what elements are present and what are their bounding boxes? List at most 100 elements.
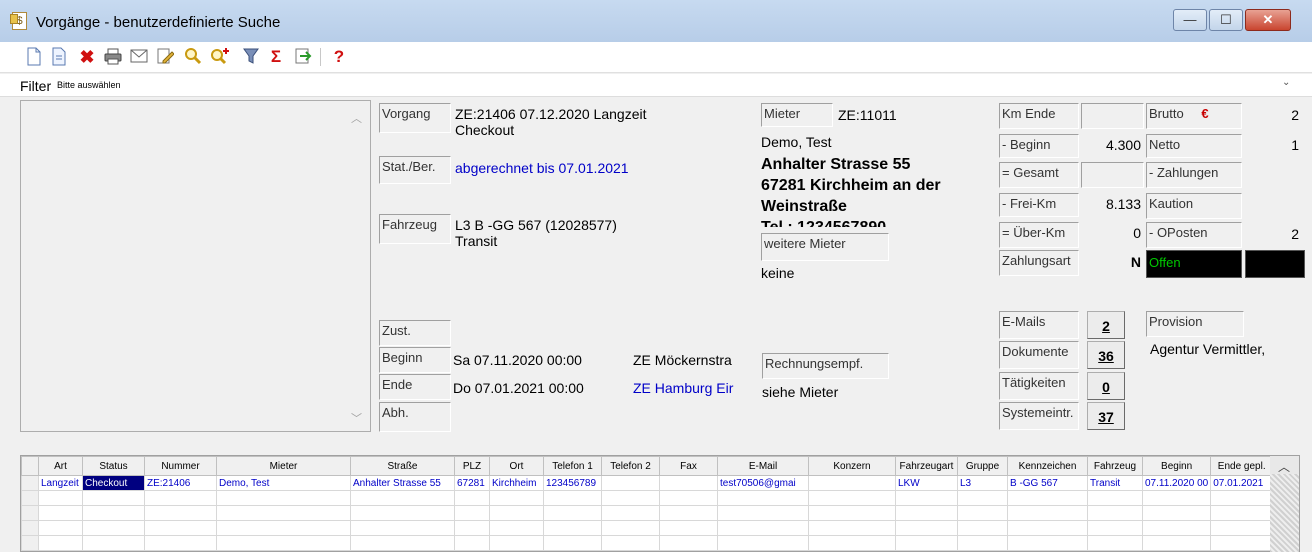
table-row[interactable] xyxy=(21,490,1274,506)
column-header[interactable]: Nummer xyxy=(144,456,217,476)
table-cell[interactable] xyxy=(601,490,660,506)
emails-count-button[interactable]: 2 xyxy=(1087,311,1125,339)
column-header[interactable]: Mieter xyxy=(216,456,351,476)
table-cell[interactable] xyxy=(808,475,896,491)
table-cell[interactable] xyxy=(895,490,958,506)
grid-scroll-track[interactable] xyxy=(1270,474,1299,552)
table-row[interactable] xyxy=(21,535,1274,551)
table-cell[interactable] xyxy=(957,505,1008,521)
row-marker[interactable] xyxy=(21,520,39,536)
table-cell[interactable]: Demo, Test xyxy=(216,475,351,491)
table-cell[interactable]: 07.11.2020 00 xyxy=(1141,475,1212,491)
ende-station-link[interactable]: ZE Hamburg Eir xyxy=(633,380,733,396)
table-cell[interactable] xyxy=(543,520,602,536)
table-cell[interactable] xyxy=(1141,520,1212,536)
table-cell[interactable] xyxy=(454,535,490,551)
row-marker[interactable] xyxy=(21,505,39,521)
table-cell[interactable] xyxy=(808,535,896,551)
table-cell[interactable] xyxy=(1210,490,1274,506)
table-cell[interactable]: Kirchheim xyxy=(489,475,544,491)
table-cell[interactable] xyxy=(717,520,809,536)
edit-icon[interactable] xyxy=(156,47,175,67)
table-cell[interactable]: Anhalter Strasse 55 xyxy=(350,475,455,491)
table-cell[interactable] xyxy=(1007,535,1088,551)
table-cell[interactable] xyxy=(38,490,83,506)
column-header[interactable]: Ort xyxy=(489,456,544,476)
table-row[interactable] xyxy=(21,520,1274,536)
table-cell[interactable] xyxy=(659,535,718,551)
table-cell[interactable] xyxy=(350,535,455,551)
table-cell[interactable] xyxy=(1087,520,1143,536)
table-cell[interactable] xyxy=(350,520,455,536)
table-cell[interactable] xyxy=(1210,520,1274,536)
table-cell[interactable] xyxy=(38,520,83,536)
table-cell[interactable] xyxy=(489,535,544,551)
taetigkeiten-count-button[interactable]: 0 xyxy=(1087,372,1125,400)
table-cell[interactable] xyxy=(350,505,455,521)
table-cell[interactable] xyxy=(808,520,896,536)
column-header[interactable]: Fahrzeugart xyxy=(895,456,958,476)
table-cell[interactable] xyxy=(144,535,217,551)
table-cell[interactable] xyxy=(543,505,602,521)
table-cell[interactable] xyxy=(1007,505,1088,521)
table-cell[interactable] xyxy=(659,490,718,506)
table-cell[interactable] xyxy=(1087,490,1143,506)
delete-icon[interactable]: ✖ xyxy=(78,47,96,67)
table-cell[interactable] xyxy=(1210,505,1274,521)
table-cell[interactable] xyxy=(489,490,544,506)
table-cell[interactable] xyxy=(808,490,896,506)
table-cell[interactable] xyxy=(144,520,217,536)
table-cell[interactable] xyxy=(601,535,660,551)
table-cell[interactable]: LKW xyxy=(895,475,958,491)
table-row[interactable]: Langzeit Checkout ZE:21406 Demo, Test Anhalt… xyxy=(21,475,1274,491)
table-cell[interactable]: 07.01.2021 xyxy=(1210,475,1274,491)
table-cell[interactable] xyxy=(1141,535,1212,551)
table-cell[interactable] xyxy=(1141,490,1212,506)
table-cell[interactable] xyxy=(895,505,958,521)
filter-icon[interactable] xyxy=(242,47,260,67)
table-cell[interactable] xyxy=(895,535,958,551)
column-header[interactable]: PLZ xyxy=(454,456,490,476)
table-cell[interactable] xyxy=(717,505,809,521)
column-header[interactable]: Kennzeichen xyxy=(1007,456,1088,476)
table-cell[interactable] xyxy=(454,520,490,536)
table-cell[interactable] xyxy=(38,505,83,521)
row-marker[interactable] xyxy=(21,490,39,506)
column-header[interactable]: E-Mail xyxy=(717,456,809,476)
table-cell[interactable] xyxy=(489,520,544,536)
table-cell[interactable]: B -GG 567 xyxy=(1007,475,1088,491)
table-cell[interactable] xyxy=(82,505,145,521)
search-plus-icon[interactable] xyxy=(210,47,229,67)
table-cell[interactable] xyxy=(38,535,83,551)
column-header[interactable]: Telefon 1 xyxy=(543,456,602,476)
table-cell[interactable] xyxy=(659,475,718,491)
table-cell[interactable] xyxy=(1210,535,1274,551)
column-header[interactable]: Ende gepl. xyxy=(1210,456,1274,476)
search-icon[interactable] xyxy=(184,47,202,67)
close-button[interactable]: ✕ xyxy=(1245,9,1291,31)
table-cell[interactable] xyxy=(659,520,718,536)
column-header[interactable]: Fax xyxy=(659,456,718,476)
table-cell[interactable]: L3 xyxy=(957,475,1008,491)
table-cell[interactable] xyxy=(1007,490,1088,506)
table-cell[interactable] xyxy=(144,505,217,521)
print-icon[interactable] xyxy=(104,47,122,67)
filter-select[interactable]: Bitte auswählen xyxy=(57,78,1302,92)
table-cell[interactable] xyxy=(601,505,660,521)
column-header[interactable]: Gruppe xyxy=(957,456,1008,476)
row-marker[interactable] xyxy=(21,535,39,551)
grid-scroll-up-icon[interactable]: ︿ xyxy=(1278,458,1290,475)
export-icon[interactable] xyxy=(294,47,312,67)
email-icon[interactable] xyxy=(130,47,148,67)
column-header[interactable]: Fahrzeug xyxy=(1087,456,1143,476)
sum-icon[interactable]: Σ xyxy=(267,47,285,67)
maximize-button[interactable]: ☐ xyxy=(1209,9,1243,31)
table-row[interactable] xyxy=(21,505,1274,521)
column-header[interactable]: Telefon 2 xyxy=(601,456,660,476)
table-cell[interactable]: test70506@gmai xyxy=(717,475,809,491)
table-cell[interactable] xyxy=(454,505,490,521)
table-cell[interactable] xyxy=(895,520,958,536)
table-cell[interactable]: Transit xyxy=(1087,475,1143,491)
table-cell[interactable] xyxy=(601,520,660,536)
table-cell[interactable]: ZE:21406 xyxy=(144,475,217,491)
